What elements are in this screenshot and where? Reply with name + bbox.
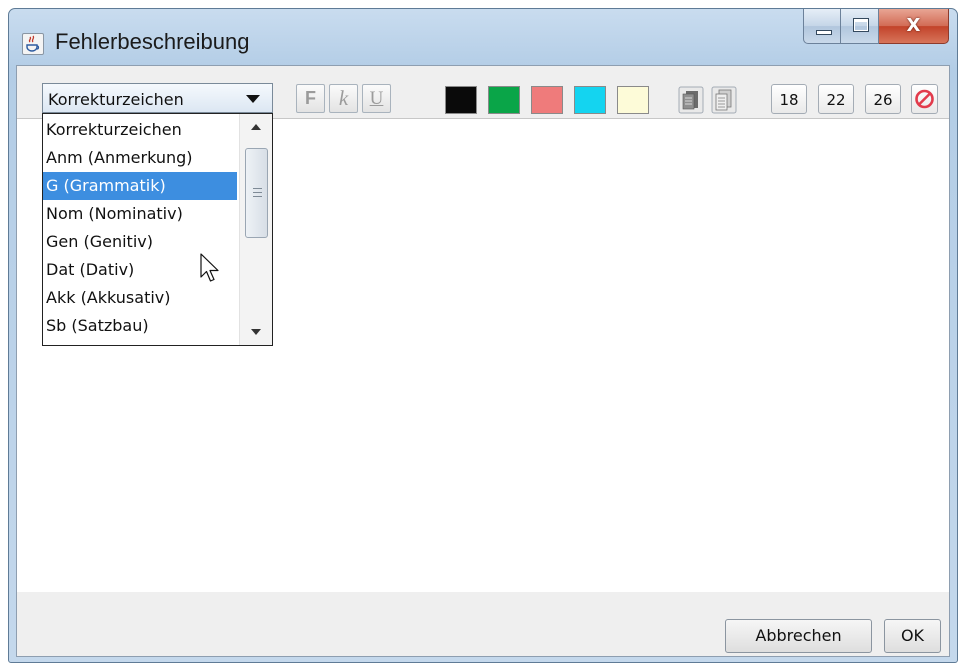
close-icon: X <box>906 15 921 36</box>
color-yellow-button[interactable] <box>617 86 649 114</box>
chevron-down-icon[interactable] <box>246 95 260 103</box>
maximize-button[interactable] <box>841 9 879 44</box>
correction-mark-dropdown-list: Korrekturzeichen Anm (Anmerkung) G (Gram… <box>42 113 273 346</box>
dialog-window: Fehlerbeschreibung X Korrekturzeichen F … <box>8 8 958 663</box>
ok-button[interactable]: OK <box>884 619 941 653</box>
underline-icon: U <box>369 88 384 109</box>
minimize-icon <box>816 30 832 35</box>
color-black-button[interactable] <box>445 86 477 114</box>
dropdown-item[interactable]: Akk (Akkusativ) <box>43 284 237 312</box>
dialog-footer: Abbrechen OK <box>17 592 949 656</box>
scroll-down-arrow-icon[interactable] <box>240 322 272 342</box>
cancel-button[interactable]: Abbrechen <box>725 619 872 653</box>
font-size-26-button[interactable]: 26 <box>865 84 901 114</box>
combobox-value: Korrekturzeichen <box>48 90 184 109</box>
mouse-pointer-icon <box>200 253 219 282</box>
copy-icon[interactable] <box>678 86 704 114</box>
paste-icon[interactable] <box>711 86 737 114</box>
color-cyan-button[interactable] <box>574 86 606 114</box>
italic-icon: k <box>338 86 349 110</box>
color-green-button[interactable] <box>488 86 520 114</box>
maximize-icon <box>853 18 869 32</box>
dropdown-item[interactable]: Nom (Nominativ) <box>43 200 237 228</box>
underline-button[interactable]: U <box>362 84 391 113</box>
scroll-up-arrow-icon[interactable] <box>240 117 272 137</box>
prohibited-icon <box>915 89 934 109</box>
italic-button[interactable]: k <box>329 84 358 113</box>
correction-mark-combobox[interactable]: Korrekturzeichen <box>42 83 273 113</box>
formatting-toolbar: Korrekturzeichen F k U 18 22 26 <box>17 66 949 118</box>
dialog-content: Korrekturzeichen F k U 18 22 26 Korrektu… <box>16 65 950 657</box>
font-size-22-label: 22 <box>826 91 846 109</box>
minimize-button[interactable] <box>803 9 841 44</box>
font-size-26-label: 26 <box>873 91 893 109</box>
dropdown-item[interactable]: Sb (Satzbau) <box>43 312 237 340</box>
window-title: Fehlerbeschreibung <box>55 29 250 54</box>
color-red-button[interactable] <box>531 86 563 114</box>
java-app-icon <box>22 33 44 55</box>
font-size-22-button[interactable]: 22 <box>818 84 854 114</box>
font-size-18-label: 18 <box>779 91 799 109</box>
dropdown-item[interactable]: G (Grammatik) <box>43 172 237 200</box>
bold-icon: F <box>305 88 316 108</box>
dropdown-item[interactable]: Gen (Genitiv) <box>43 228 237 256</box>
bold-button[interactable]: F <box>296 84 325 113</box>
scrollbar-thumb[interactable] <box>245 148 268 238</box>
title-bar[interactable]: Fehlerbeschreibung X <box>9 9 957 65</box>
font-size-18-button[interactable]: 18 <box>771 84 807 114</box>
dropdown-item[interactable]: Korrekturzeichen <box>43 116 237 144</box>
dropdown-scrollbar[interactable] <box>239 114 272 345</box>
clear-formatting-button[interactable] <box>911 84 938 114</box>
dropdown-item[interactable]: Anm (Anmerkung) <box>43 144 237 172</box>
close-button[interactable]: X <box>879 9 949 44</box>
